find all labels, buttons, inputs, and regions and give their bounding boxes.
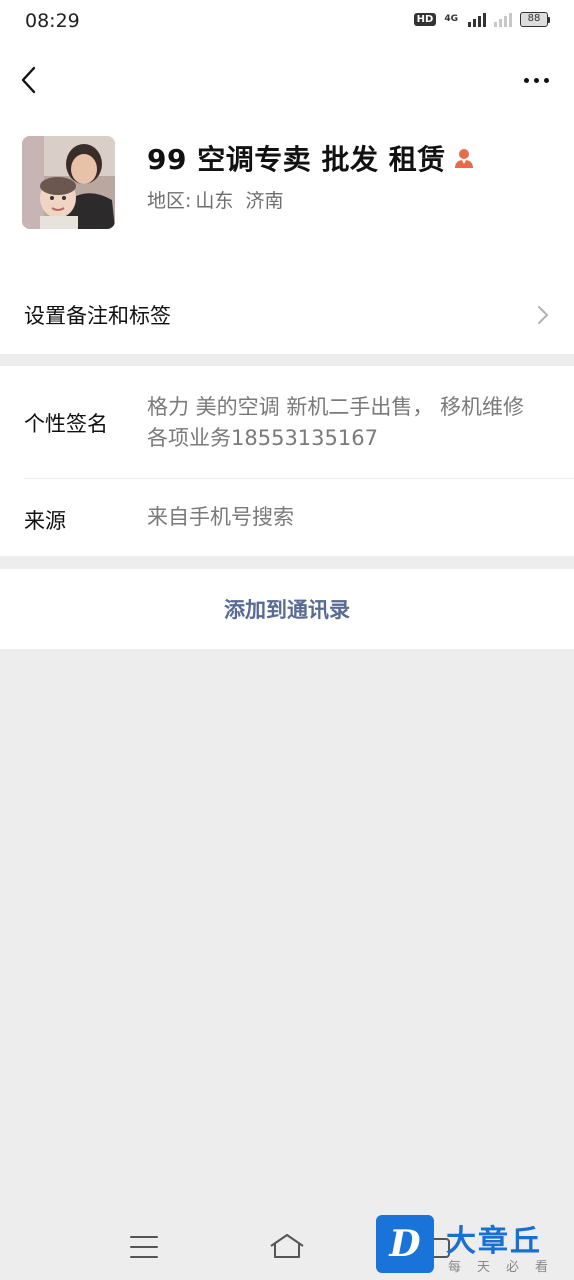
name-row: 99 空调专卖 批发 租赁 xyxy=(147,138,476,178)
back-button[interactable] xyxy=(12,62,48,98)
menu-icon[interactable] xyxy=(130,1236,158,1258)
add-to-contacts-button[interactable]: 添加到通讯录 xyxy=(0,569,574,649)
avatar[interactable] xyxy=(22,136,115,229)
signature-value: 格力 美的空调 新机二手出售， 移机维修 各项业务18553135167 xyxy=(147,395,525,450)
region-value: 山东 济南 xyxy=(195,190,284,212)
region-label: 地区: xyxy=(147,190,192,212)
contact-profile-screen: 08:29 HD 4G 88 99 空调专卖 批发 租赁 地区: 山东 济南 设… xyxy=(0,0,574,1280)
signal-icon xyxy=(468,12,486,27)
watermark-logo-mark: D xyxy=(376,1215,434,1273)
avatar-image xyxy=(22,136,115,229)
watermark-subtitle: 每天必看 xyxy=(448,1260,565,1275)
profile-card: 99 空调专卖 批发 租赁 地区: 山东 济南 xyxy=(0,118,574,274)
watermark-logo: D 大章丘 每天必看 xyxy=(370,1210,574,1280)
nav-header xyxy=(0,44,574,118)
divider xyxy=(24,478,574,479)
remark-label: 设置备注和标签 xyxy=(24,304,171,328)
chevron-right-icon xyxy=(538,306,548,324)
set-remark-row[interactable]: 设置备注和标签 xyxy=(0,274,574,354)
more-button[interactable] xyxy=(518,66,554,94)
add-to-contacts-label: 添加到通讯录 xyxy=(224,598,350,622)
signal-secondary-icon xyxy=(494,12,512,27)
info-section: 个性签名 格力 美的空调 新机二手出售， 移机维修 各项业务1855313516… xyxy=(0,366,574,556)
contact-name: 99 空调专卖 批发 租赁 xyxy=(147,143,446,176)
battery-icon: 88 xyxy=(520,12,550,27)
network-type-label: 4G xyxy=(444,14,458,24)
more-icon xyxy=(523,77,529,83)
status-icons: HD 4G 88 xyxy=(413,12,550,27)
status-time: 08:29 xyxy=(25,10,80,32)
watermark-title: 大章丘 xyxy=(446,1224,542,1259)
female-icon xyxy=(454,149,473,168)
home-icon[interactable] xyxy=(268,1232,306,1260)
source-label: 来源 xyxy=(24,509,66,533)
battery-level: 88 xyxy=(520,12,548,27)
region: 地区: 山东 济南 xyxy=(147,186,284,213)
source-value: 来自手机号搜索 xyxy=(147,505,294,529)
status-bar: 08:29 HD 4G 88 xyxy=(0,0,574,44)
chevron-left-icon xyxy=(21,66,36,94)
hd-icon: HD xyxy=(413,13,437,26)
signature-label: 个性签名 xyxy=(24,412,108,436)
